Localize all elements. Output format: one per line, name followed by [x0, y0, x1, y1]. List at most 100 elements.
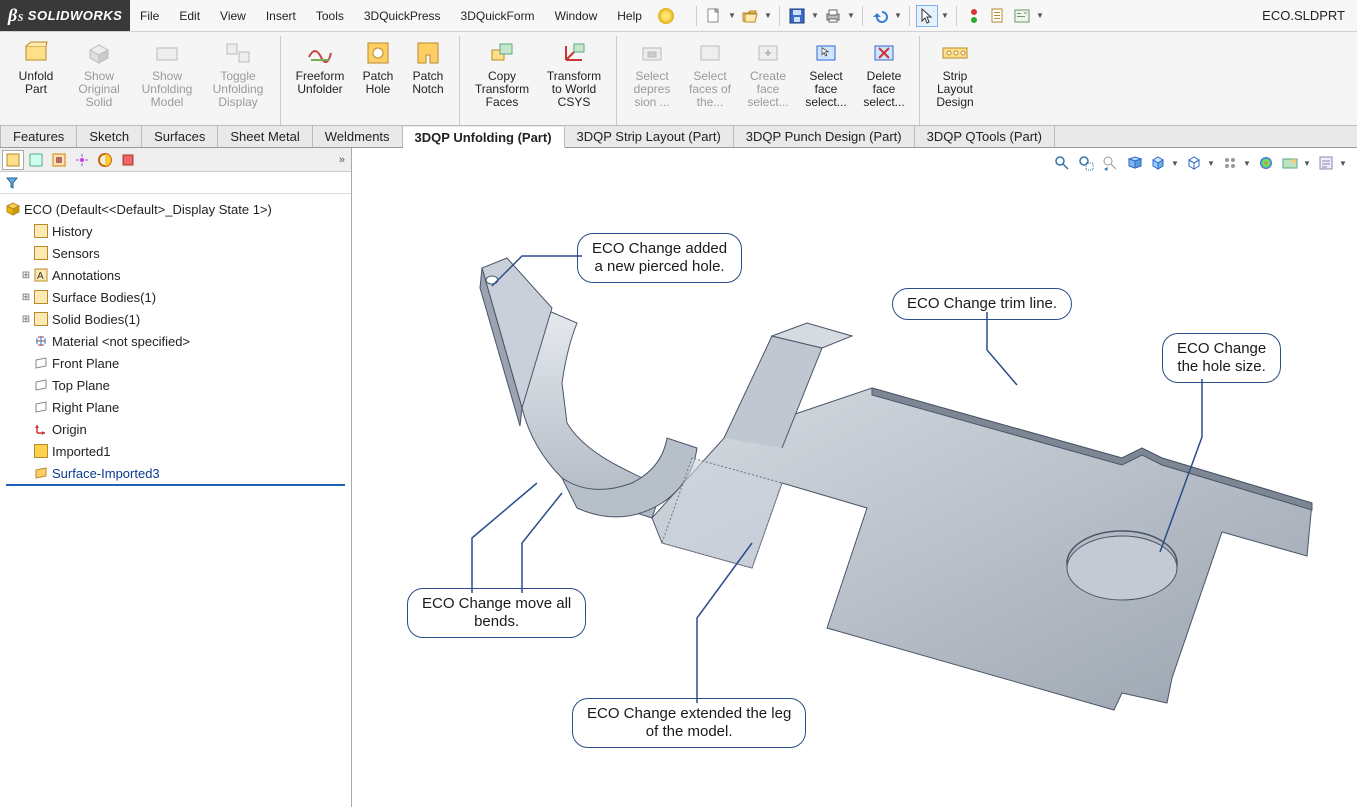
file-props-icon[interactable]	[987, 5, 1009, 27]
app-logo-text: SOLIDWORKS	[28, 8, 123, 23]
menu-window[interactable]: Window	[545, 0, 608, 32]
surfbody-icon	[32, 289, 50, 305]
ribbon-label: Select faces of the...	[686, 70, 734, 109]
tab-weldments[interactable]: Weldments	[313, 126, 403, 147]
select-faces-of-button: Select faces of the...	[681, 36, 739, 125]
tab-3dqp-unfolding[interactable]: 3DQP Unfolding (Part)	[403, 127, 565, 148]
tree-item-origin[interactable]: Origin	[2, 418, 349, 440]
copy-transform-faces-button[interactable]: Copy Transform Faces	[466, 36, 538, 125]
del-face-icon	[870, 39, 898, 67]
ribbon-label: Unfold Part	[11, 70, 61, 96]
delete-face-select-button[interactable]: Delete face select...	[855, 36, 913, 125]
ribbon-label: Show Original Solid	[71, 70, 127, 109]
callout-new-hole: ECO Change added a new pierced hole.	[577, 233, 742, 283]
select-face-select-button[interactable]: Select face select...	[797, 36, 855, 125]
tab-surfaces[interactable]: Surfaces	[142, 126, 218, 147]
menu-edit[interactable]: Edit	[169, 0, 210, 32]
options-dropdown[interactable]: ▼	[1035, 11, 1045, 20]
plane-icon	[32, 355, 50, 371]
tree-rollback-bar[interactable]	[6, 484, 345, 486]
patch-notch-icon	[414, 39, 442, 67]
new-doc-dropdown[interactable]: ▼	[727, 11, 737, 20]
dimxpert-manager-tab-icon[interactable]	[71, 150, 93, 170]
save-dropdown[interactable]: ▼	[810, 11, 820, 20]
save-icon[interactable]	[786, 5, 808, 27]
feature-manager-panel: » ECO (Default<<Default>_Display State 1…	[0, 148, 352, 807]
configuration-manager-tab-icon[interactable]	[48, 150, 70, 170]
panel-collapse-icon[interactable]: »	[339, 154, 345, 166]
xform-world-icon	[560, 39, 588, 67]
tab-3dqp-qtools[interactable]: 3DQP QTools (Part)	[915, 126, 1055, 147]
extra-manager-tab-icon[interactable]	[117, 150, 139, 170]
ribbon-label: Create face select...	[744, 70, 792, 109]
svg-text:A: A	[37, 271, 44, 282]
part-icon	[4, 201, 22, 217]
ribbon-label: Toggle Unfolding Display	[207, 70, 269, 109]
quick-access-toolbar: ▼ ▼ ▼ ▼ ▼ ▼ ▼	[692, 0, 1045, 31]
tree-item-imported1[interactable]: Imported1	[2, 440, 349, 462]
patch-hole-icon	[364, 39, 392, 67]
feature-tree-tab-icon[interactable]	[2, 150, 24, 170]
tab-3dqp-punch-design[interactable]: 3DQP Punch Design (Part)	[734, 126, 915, 147]
separator	[696, 6, 697, 26]
tree-item-annotations[interactable]: ⊞AAnnotations	[2, 264, 349, 286]
expand-icon[interactable]: ⊞	[20, 314, 32, 325]
menu-3dquickpress[interactable]: 3DQuickPress	[354, 0, 451, 32]
search-commands-icon[interactable]	[658, 8, 674, 24]
tab-3dqp-strip-layout[interactable]: 3DQP Strip Layout (Part)	[565, 126, 734, 147]
expand-icon[interactable]: ⊞	[20, 270, 32, 281]
tab-sketch[interactable]: Sketch	[77, 126, 142, 147]
strip-layout-design-button[interactable]: Strip Layout Design	[926, 36, 984, 125]
tree-root[interactable]: ECO (Default<<Default>_Display State 1>)	[2, 198, 349, 220]
callout-bubble: ECO Change the hole size.	[1162, 333, 1281, 383]
tree-item-right-plane[interactable]: Right Plane	[2, 396, 349, 418]
sel-face-icon	[812, 39, 840, 67]
menu-3dquickform[interactable]: 3DQuickForm	[451, 0, 545, 32]
select-tool-icon[interactable]	[916, 5, 938, 27]
separator	[862, 6, 863, 26]
menu-help[interactable]: Help	[607, 0, 652, 32]
graphics-viewport[interactable]: ◂▸ ▼ ▼ ▼ ▼ ▼	[352, 148, 1357, 807]
tab-features[interactable]: Features	[0, 126, 77, 147]
unfold-part-button[interactable]: Unfold Part	[6, 36, 66, 125]
menu-view[interactable]: View	[210, 0, 256, 32]
options-icon[interactable]	[1011, 5, 1033, 27]
rebuild-icon[interactable]	[963, 5, 985, 27]
callout-bubble: ECO Change extended the leg of the model…	[572, 698, 806, 748]
tree-item-material[interactable]: Material <not specified>	[2, 330, 349, 352]
tree-item-surface-bodies[interactable]: ⊞Surface Bodies(1)	[2, 286, 349, 308]
ribbon: Unfold Part Show Original Solid Show Unf…	[0, 32, 1357, 126]
freeform-icon	[306, 39, 334, 67]
property-manager-tab-icon[interactable]	[25, 150, 47, 170]
tree-item-top-plane[interactable]: Top Plane	[2, 374, 349, 396]
open-doc-dropdown[interactable]: ▼	[763, 11, 773, 20]
separator	[909, 6, 910, 26]
select-tool-dropdown[interactable]: ▼	[940, 11, 950, 20]
tree-item-front-plane[interactable]: Front Plane	[2, 352, 349, 374]
print-icon[interactable]	[822, 5, 844, 27]
undo-icon[interactable]	[869, 5, 891, 27]
open-doc-icon[interactable]	[739, 5, 761, 27]
tree-item-surface-imported3[interactable]: Surface-Imported3	[2, 462, 349, 484]
transform-to-world-csys-button[interactable]: Transform to World CSYS	[538, 36, 610, 125]
imported-icon	[32, 443, 50, 459]
patch-notch-button[interactable]: Patch Notch	[403, 36, 453, 125]
tab-sheet-metal[interactable]: Sheet Metal	[218, 126, 312, 147]
main-menu: File Edit View Insert Tools 3DQuickPress…	[130, 0, 674, 31]
menu-insert[interactable]: Insert	[256, 0, 306, 32]
tree-item-solid-bodies[interactable]: ⊞Solid Bodies(1)	[2, 308, 349, 330]
patch-hole-button[interactable]: Patch Hole	[353, 36, 403, 125]
expand-icon[interactable]: ⊞	[20, 292, 32, 303]
tree-item-history[interactable]: History	[2, 220, 349, 242]
menu-tools[interactable]: Tools	[306, 0, 354, 32]
tree-filter-bar[interactable]	[0, 172, 351, 194]
show-orig-icon	[85, 39, 113, 67]
ribbon-group-patch: Freeform Unfolder Patch Hole Patch Notch	[281, 36, 460, 125]
menu-file[interactable]: File	[130, 0, 169, 32]
tree-item-sensors[interactable]: Sensors	[2, 242, 349, 264]
freeform-unfolder-button[interactable]: Freeform Unfolder	[287, 36, 353, 125]
undo-dropdown[interactable]: ▼	[893, 11, 903, 20]
display-manager-tab-icon[interactable]	[94, 150, 116, 170]
print-dropdown[interactable]: ▼	[846, 11, 856, 20]
new-doc-icon[interactable]	[703, 5, 725, 27]
